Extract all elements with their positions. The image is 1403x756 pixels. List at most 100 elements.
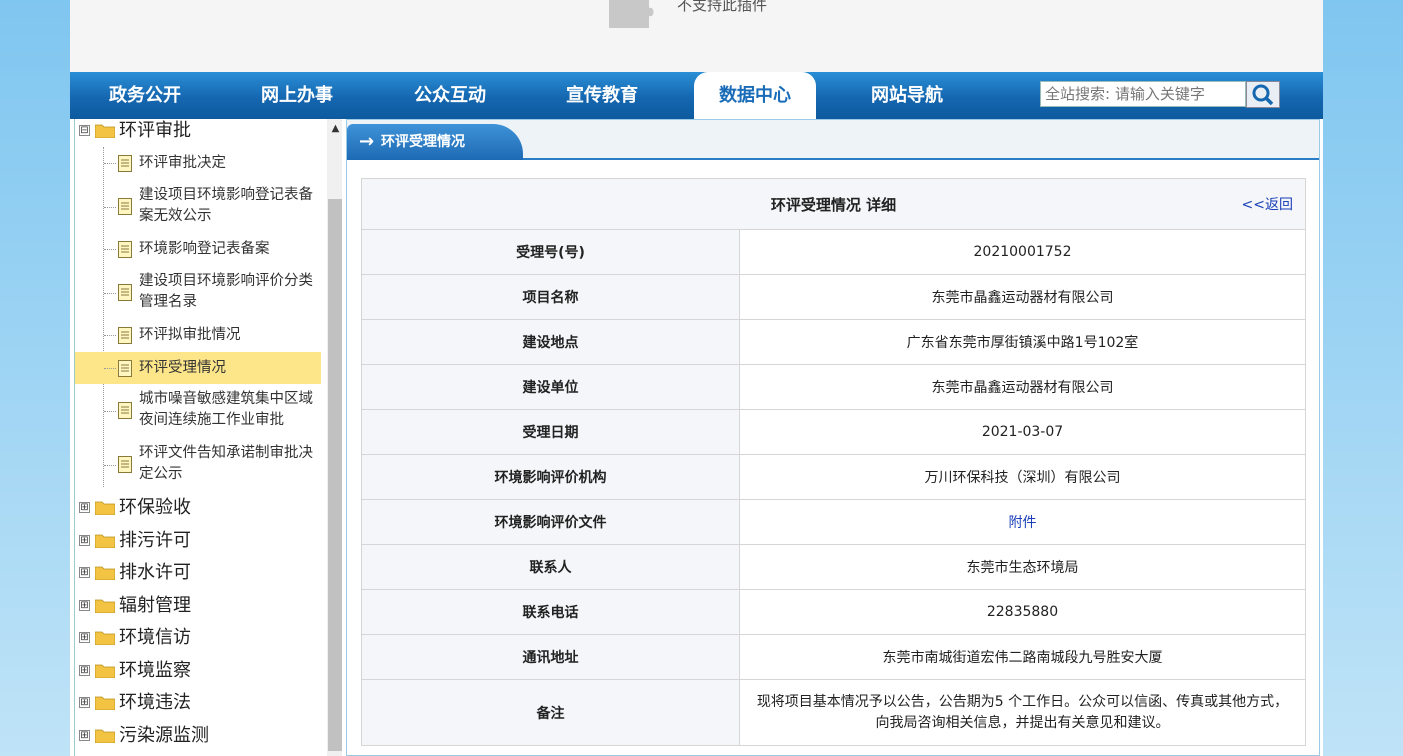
- nav-item-xuanchuan[interactable]: 宣传教育: [541, 72, 663, 119]
- document-icon: [118, 456, 132, 473]
- main-panel: → 环评受理情况 环评受理情况 详细 <<返回 受理号(号) 202100017…: [346, 119, 1320, 756]
- row-key: 项目名称: [361, 274, 740, 320]
- expand-icon[interactable]: ⊞: [79, 632, 90, 643]
- expand-icon[interactable]: ⊞: [79, 697, 90, 708]
- expand-icon[interactable]: ⊞: [79, 665, 90, 676]
- folder-icon: [95, 124, 115, 138]
- row-key: 环境影响评价文件: [361, 499, 740, 545]
- tree-item-label: 环评审批决定: [139, 155, 226, 171]
- table-row: 环境影响评价机构 万川环保科技（深圳）有限公司: [361, 454, 1306, 500]
- tree-item[interactable]: 环评审批决定: [75, 152, 325, 174]
- tree-item-selected[interactable]: 环评受理情况: [75, 352, 321, 384]
- back-link[interactable]: <<返回: [1242, 194, 1293, 214]
- tree-group[interactable]: ⊞ 环境违法: [75, 687, 325, 719]
- tree-item-label: 环境影响登记表备案: [139, 241, 270, 257]
- search-button[interactable]: [1246, 81, 1280, 108]
- tree-group[interactable]: ⊞ 环保验收: [75, 492, 325, 524]
- folder-icon: [95, 664, 115, 678]
- tree-group-label: 排污许可: [119, 530, 191, 551]
- search-input[interactable]: 全站搜索: 请输入关键字: [1040, 81, 1246, 107]
- scroll-up-icon[interactable]: ▲: [327, 119, 342, 139]
- tree-group-label: 环境监察: [119, 660, 191, 681]
- table-row: 建设地点 广东省东莞市厚街镇溪中路1号102室: [361, 319, 1306, 365]
- row-value: 广东省东莞市厚街镇溪中路1号102室: [739, 319, 1306, 365]
- tree-item[interactable]: 环评拟审批情况: [75, 324, 325, 346]
- scroll-thumb[interactable]: [328, 199, 342, 751]
- tree-group-label: 排水许可: [119, 562, 191, 583]
- expand-icon[interactable]: ⊞: [79, 502, 90, 513]
- nav-item-wangshang[interactable]: 网上办事: [236, 72, 358, 119]
- tree-connector: [104, 335, 116, 336]
- tab-bar: → 环评受理情况: [347, 120, 1319, 160]
- table-header-row: 环评受理情况 详细 <<返回: [361, 178, 1306, 230]
- folder-icon: [95, 534, 115, 548]
- folder-icon: [95, 696, 115, 710]
- folder-icon: [95, 501, 115, 515]
- table-row: 联系人 东莞市生态环境局: [361, 544, 1306, 590]
- table-row: 受理号(号) 20210001752: [361, 229, 1306, 275]
- tree-group[interactable]: ⊞ 污染源监测: [75, 720, 325, 752]
- tree-item-label: 环评拟审批情况: [139, 327, 241, 343]
- nav-item-gongzhong[interactable]: 公众互动: [389, 72, 511, 119]
- tree-group[interactable]: ⊞ 排污许可: [75, 525, 325, 557]
- tree-item[interactable]: 建设项目环境影响评价分类管理名录: [75, 271, 325, 315]
- tree-connector: [104, 411, 116, 412]
- tree-connector: [104, 249, 116, 250]
- tree-connector: [104, 368, 116, 369]
- tab-current[interactable]: → 环评受理情况: [347, 124, 523, 160]
- tree-group-label: 辐射管理: [119, 595, 191, 616]
- sidebar-tree: ⊟ 环评审批 环评审批决定 建设项目环境影响登记表备案无效公示 环境影响登记表备…: [74, 119, 342, 756]
- table-row: 备注 现将项目基本情况予以公告，公告期为5 个工作日。公众可以信函、传真或其他方…: [361, 679, 1306, 746]
- row-value: 东莞市生态环境局: [739, 544, 1306, 590]
- folder-icon: [95, 566, 115, 580]
- row-key: 建设单位: [361, 364, 740, 410]
- tree-group[interactable]: ⊞ 环境监察: [75, 655, 325, 687]
- detail-title: 环评受理情况 详细: [770, 195, 897, 214]
- table-row: 环境影响评价文件 附件: [361, 499, 1306, 545]
- puzzle-piece-icon: [609, 0, 654, 28]
- collapse-icon[interactable]: ⊟: [79, 125, 90, 136]
- page: 不支持此插件 政务公开 网上办事 公众互动 宣传教育 数据中心 网站导航 全站搜…: [70, 0, 1323, 756]
- document-icon: [118, 241, 132, 258]
- tree-item-label: 建设项目环境影响评价分类管理名录: [139, 273, 313, 310]
- tree-connector: [104, 207, 116, 208]
- row-key: 通讯地址: [361, 634, 740, 680]
- expand-icon[interactable]: ⊞: [79, 600, 90, 611]
- sidebar-scrollbar[interactable]: ▲: [327, 119, 342, 756]
- document-icon: [118, 155, 132, 172]
- plugin-message: 不支持此插件: [677, 0, 768, 14]
- detail-table: 环评受理情况 详细 <<返回 受理号(号) 20210001752 项目名称 东…: [361, 178, 1306, 746]
- tree-group[interactable]: ⊞ 环境信访: [75, 622, 325, 654]
- folder-icon: [95, 599, 115, 613]
- tree-group[interactable]: ⊞ 辐射管理: [75, 590, 325, 622]
- arrow-right-icon: →: [359, 131, 375, 152]
- tree-item[interactable]: 建设项目环境影响登记表备案无效公示: [75, 185, 325, 229]
- tree-item[interactable]: 环评文件告知承诺制审批决定公示: [75, 443, 325, 487]
- detail-title-cell: 环评受理情况 详细 <<返回: [361, 178, 1306, 230]
- attachment-link[interactable]: 附件: [1009, 515, 1037, 531]
- tree-item[interactable]: 城市噪音敏感建筑集中区域夜间连续施工作业审批: [75, 389, 325, 433]
- row-value: 20210001752: [739, 229, 1306, 275]
- tree-item[interactable]: 环境影响登记表备案: [75, 238, 325, 260]
- table-row: 联系电话 22835880: [361, 589, 1306, 635]
- expand-icon[interactable]: ⊞: [79, 535, 90, 546]
- expand-icon[interactable]: ⊞: [79, 730, 90, 741]
- row-value: 2021-03-07: [739, 409, 1306, 455]
- main-nav: 政务公开 网上办事 公众互动 宣传教育 数据中心 网站导航 全站搜索: 请输入关…: [70, 72, 1323, 119]
- folder-icon: [95, 631, 115, 645]
- nav-item-navigation[interactable]: 网站导航: [846, 72, 968, 119]
- row-key: 受理日期: [361, 409, 740, 455]
- row-key: 备注: [361, 679, 740, 746]
- row-value: 22835880: [739, 589, 1306, 635]
- tree-connector: [104, 465, 116, 466]
- tree-group-huanping[interactable]: ⊟ 环评审批: [75, 119, 325, 147]
- tree-connector: [104, 293, 116, 294]
- tree-item-label: 城市噪音敏感建筑集中区域夜间连续施工作业审批: [139, 391, 313, 428]
- tab-label: 环评受理情况: [381, 134, 465, 150]
- nav-item-data-center[interactable]: 数据中心: [694, 72, 816, 119]
- row-key: 环境影响评价机构: [361, 454, 740, 500]
- nav-item-zhengwu[interactable]: 政务公开: [84, 72, 206, 119]
- tree-group-label: 污染源监测: [119, 725, 209, 746]
- expand-icon[interactable]: ⊞: [79, 567, 90, 578]
- tree-group[interactable]: ⊞ 排水许可: [75, 557, 325, 589]
